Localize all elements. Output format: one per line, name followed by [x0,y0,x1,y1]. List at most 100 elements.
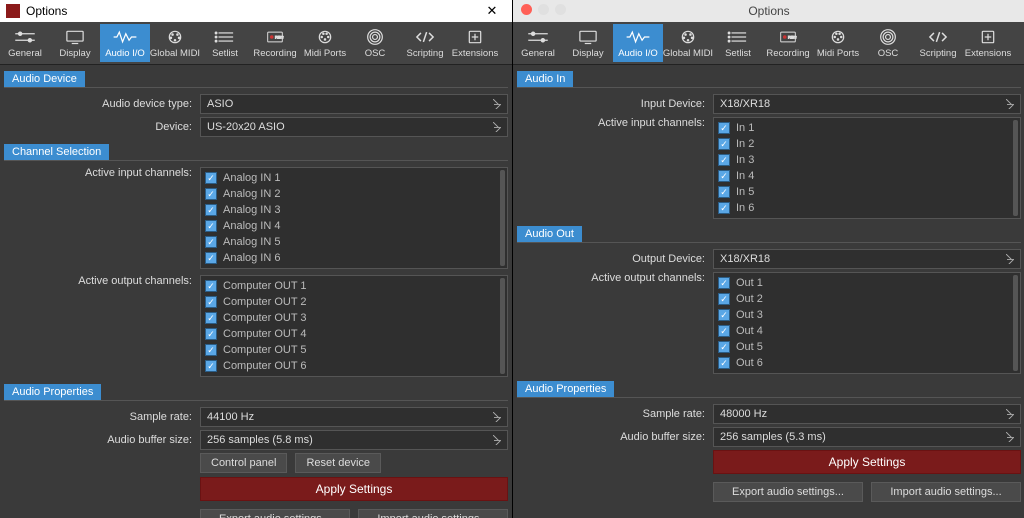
audio-device-type-select[interactable]: ASIO [200,94,508,114]
window-close-button[interactable] [521,4,532,15]
tab-extensions[interactable]: Extensions [450,24,500,62]
apply-settings-button[interactable]: Apply Settings [713,450,1021,474]
window-close-button[interactable]: ✕ [478,3,506,19]
channel-label: Computer OUT 1 [223,280,307,292]
window-zoom-button[interactable] [555,4,566,15]
checkbox-icon[interactable] [718,122,730,134]
channel-item[interactable]: In 6 [718,200,1016,216]
checkbox-icon[interactable] [718,293,730,305]
checkbox-icon[interactable] [205,280,217,292]
input-channel-list[interactable]: Analog IN 1Analog IN 2Analog IN 3Analog … [200,167,508,269]
channel-item[interactable]: Computer OUT 3 [205,310,503,326]
label-buffer-size: Audio buffer size: [517,431,713,443]
checkbox-icon[interactable] [205,328,217,340]
channel-item[interactable]: Out 5 [718,339,1016,355]
tab-general[interactable]: General [0,24,50,62]
checkbox-icon[interactable] [205,188,217,200]
channel-item[interactable]: Out 3 [718,307,1016,323]
tab-midiports[interactable]: Midi Ports [300,24,350,62]
tab-setlist[interactable]: Setlist [200,24,250,62]
channel-item[interactable]: Out 4 [718,323,1016,339]
channel-item[interactable]: Computer OUT 2 [205,294,503,310]
channel-item[interactable]: In 1 [718,120,1016,136]
channel-item[interactable]: Out 1 [718,275,1016,291]
channel-item[interactable]: In 5 [718,184,1016,200]
channel-item[interactable]: Computer OUT 4 [205,326,503,342]
input-device-select[interactable]: X18/XR18 [713,94,1021,114]
checkbox-icon[interactable] [718,186,730,198]
checkbox-icon[interactable] [718,154,730,166]
tab-audioio[interactable]: Audio I/O [100,24,150,62]
channel-item[interactable]: Analog IN 3 [205,202,503,218]
checkbox-icon[interactable] [205,360,217,372]
import-audio-settings-button[interactable]: Import audio settings... [358,509,508,518]
titlebar: Options ✕ [0,0,512,22]
checkbox-icon[interactable] [718,277,730,289]
buffer-size-select[interactable]: 256 samples (5.3 ms) [713,427,1021,447]
checkbox-icon[interactable] [205,236,217,248]
export-audio-settings-button[interactable]: Export audio settings... [200,509,350,518]
apply-settings-button[interactable]: Apply Settings [200,477,508,501]
tab-label: Recording [253,48,296,59]
checkbox-icon[interactable] [718,202,730,214]
checkbox-icon[interactable] [718,357,730,369]
tab-display[interactable]: Display [50,24,100,62]
import-audio-settings-button[interactable]: Import audio settings... [871,482,1021,502]
tab-recording[interactable]: RECRecording [763,24,813,62]
control-panel-button[interactable]: Control panel [200,453,287,473]
channel-item[interactable]: Analog IN 6 [205,250,503,266]
channel-item[interactable]: Analog IN 2 [205,186,503,202]
channel-item[interactable]: Analog IN 5 [205,234,503,250]
device-select[interactable]: US-20x20 ASIO [200,117,508,137]
checkbox-icon[interactable] [205,296,217,308]
channel-item[interactable]: Analog IN 1 [205,170,503,186]
channel-label: In 3 [736,154,754,166]
output-channel-list[interactable]: Out 1Out 2Out 3Out 4Out 5Out 6 [713,272,1021,374]
checkbox-icon[interactable] [718,341,730,353]
checkbox-icon[interactable] [718,170,730,182]
output-device-select[interactable]: X18/XR18 [713,249,1021,269]
checkbox-icon[interactable] [205,220,217,232]
tab-display[interactable]: Display [563,24,613,62]
channel-item[interactable]: Computer OUT 6 [205,358,503,374]
checkbox-icon[interactable] [718,138,730,150]
channel-item[interactable]: Out 2 [718,291,1016,307]
channel-item[interactable]: Computer OUT 5 [205,342,503,358]
export-audio-settings-button[interactable]: Export audio settings... [713,482,863,502]
tab-midiports[interactable]: Midi Ports [813,24,863,62]
tab-extensions[interactable]: Extensions [963,24,1013,62]
channel-item[interactable]: In 3 [718,152,1016,168]
checkbox-icon[interactable] [205,312,217,324]
tab-osc[interactable]: OSC [350,24,400,62]
channel-item[interactable]: Analog IN 4 [205,218,503,234]
tab-setlist[interactable]: Setlist [713,24,763,62]
tab-globalmidi[interactable]: Global MIDI [150,24,200,62]
channel-item[interactable]: In 2 [718,136,1016,152]
tab-scripting[interactable]: Scripting [400,24,450,62]
reset-device-button[interactable]: Reset device [295,453,381,473]
checkbox-icon[interactable] [205,172,217,184]
channel-label: Analog IN 1 [223,172,280,184]
checkbox-icon[interactable] [718,325,730,337]
tab-audioio[interactable]: Audio I/O [613,24,663,62]
channel-item[interactable]: Out 6 [718,355,1016,371]
checkbox-icon[interactable] [205,204,217,216]
buffer-size-select[interactable]: 256 samples (5.8 ms) [200,430,508,450]
sample-rate-select[interactable]: 48000 Hz [713,404,1021,424]
tab-globalmidi[interactable]: Global MIDI [663,24,713,62]
channel-label: Computer OUT 4 [223,328,307,340]
checkbox-icon[interactable] [205,344,217,356]
tab-osc[interactable]: OSC [863,24,913,62]
tab-recording[interactable]: RECRecording [250,24,300,62]
checkbox-icon[interactable] [718,309,730,321]
input-channel-list[interactable]: In 1In 2 In 3 In 4In 5In 6 [713,117,1021,219]
sample-rate-select[interactable]: 44100 Hz [200,407,508,427]
output-channel-list[interactable]: Computer OUT 1Computer OUT 2Computer OUT… [200,275,508,377]
channel-item[interactable]: In 4 [718,168,1016,184]
window-minimize-button[interactable] [538,4,549,15]
tab-scripting[interactable]: Scripting [913,24,963,62]
channel-item[interactable]: Computer OUT 1 [205,278,503,294]
scripting-icon [925,28,951,46]
tab-general[interactable]: General [513,24,563,62]
checkbox-icon[interactable] [205,252,217,264]
